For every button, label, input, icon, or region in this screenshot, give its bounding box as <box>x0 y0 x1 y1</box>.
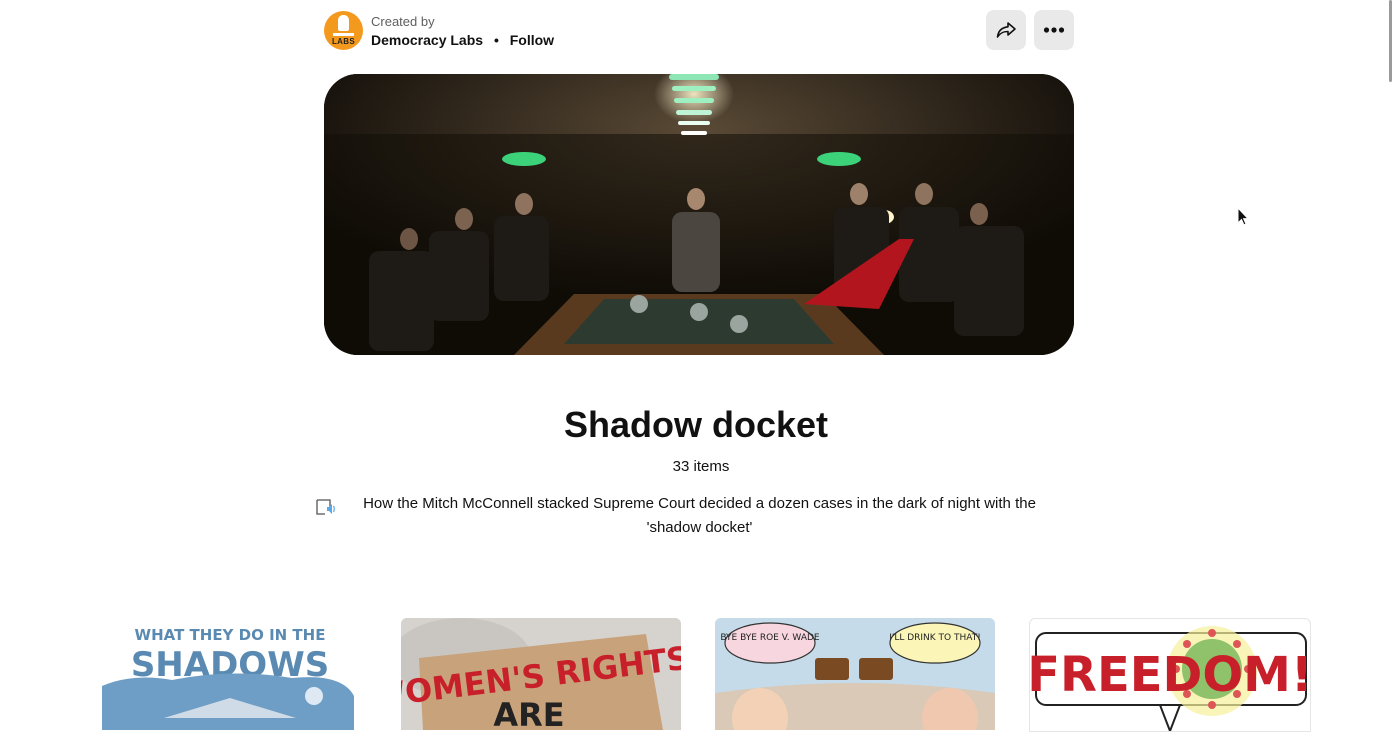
board-description: How the Mitch McConnell stacked Supreme … <box>363 495 1036 536</box>
card1-line1: WHAT THEY DO IN THE <box>135 626 326 644</box>
share-button[interactable] <box>986 10 1026 50</box>
pin-card-roe-cartoon[interactable]: BYE BYE ROE V. WADE I'LL DRINK TO THAT! <box>715 618 995 730</box>
creator-info: LABS Created by Democracy Labs • Follow <box>324 11 554 50</box>
separator-dot: • <box>493 31 499 48</box>
card3-bubble-right: I'LL DRINK TO THAT! <box>889 633 981 643</box>
board-title: Shadow docket <box>563 404 829 445</box>
mouse-cursor-icon <box>1237 207 1249 226</box>
more-options-button[interactable] <box>1034 10 1074 50</box>
pin-card-womens-rights[interactable]: WOMEN'S RIGHTS ARE <box>401 618 681 730</box>
ellipsis-icon <box>1043 27 1065 33</box>
card4-text: FREEDOM! <box>1030 647 1310 703</box>
follow-button[interactable]: Follow <box>510 32 554 48</box>
creator-avatar[interactable]: LABS <box>324 11 363 50</box>
created-by-label: Created by <box>371 13 435 29</box>
board-item-count: 33 items <box>672 458 730 475</box>
creator-name-link[interactable]: Democracy Labs <box>371 32 483 48</box>
card2-line2: ARE <box>493 696 564 730</box>
pin-card-freedom[interactable]: FREEDOM! <box>1029 618 1311 732</box>
avatar-logo-text: LABS <box>332 37 355 46</box>
pin-card-shadows[interactable]: WHAT THEY DO IN THE SHADOWS <box>102 618 364 730</box>
share-arrow-icon <box>996 22 1016 38</box>
card3-bubble-left: BYE BYE ROE V. WADE <box>720 633 820 643</box>
read-aloud-icon[interactable] <box>315 497 337 517</box>
board-cover-image[interactable] <box>324 74 1074 355</box>
